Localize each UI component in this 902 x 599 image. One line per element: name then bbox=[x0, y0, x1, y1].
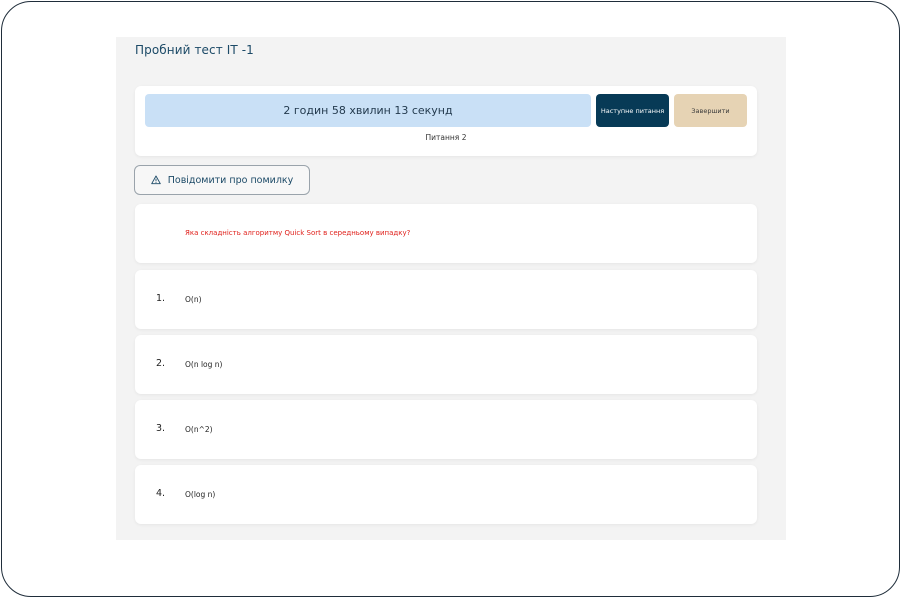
warning-icon bbox=[150, 175, 161, 185]
report-error-label: Повідомити про помилку bbox=[167, 174, 294, 186]
answer-option[interactable]: 3. O(n^2) bbox=[135, 400, 757, 459]
answer-text: O(log n) bbox=[185, 490, 216, 499]
answer-number: 2. bbox=[156, 358, 166, 369]
countdown-timer: 2 годин 58 хвилин 13 секунд bbox=[145, 94, 591, 127]
answer-number: 3. bbox=[156, 423, 166, 434]
answer-number: 4. bbox=[156, 488, 166, 499]
answer-option[interactable]: 1. O(n) bbox=[135, 270, 757, 329]
answer-number: 1. bbox=[156, 293, 166, 304]
timer-card: 2 годин 58 хвилин 13 секунд Наступне пит… bbox=[135, 86, 757, 156]
finish-button[interactable]: Завершити bbox=[674, 94, 747, 127]
answer-text: O(n) bbox=[185, 295, 202, 304]
question-text: Яка складність алгоритму Quick Sort в се… bbox=[185, 229, 411, 237]
answer-option[interactable]: 4. O(log n) bbox=[135, 465, 757, 524]
question-counter: Питання 2 bbox=[425, 133, 467, 142]
question-card: Яка складність алгоритму Quick Sort в се… bbox=[135, 204, 757, 263]
next-question-button[interactable]: Наступне питання bbox=[596, 94, 669, 127]
answer-option[interactable]: 2. O(n log n) bbox=[135, 335, 757, 394]
answer-text: O(n log n) bbox=[185, 360, 223, 369]
answer-text: O(n^2) bbox=[185, 425, 213, 434]
page-title: Пробний тест ІТ -1 bbox=[135, 43, 254, 57]
report-error-button[interactable]: Повідомити про помилку bbox=[134, 165, 310, 195]
